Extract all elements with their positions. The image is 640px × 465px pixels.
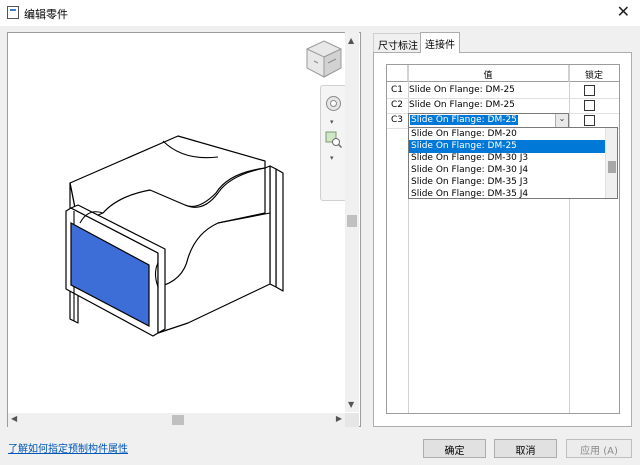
connectors-panel: 值 锁定 C1 Slide On Flange: DM-25 C2 Slide …: [373, 52, 632, 427]
scroll-thumb[interactable]: [347, 215, 357, 227]
scroll-right-icon[interactable]: ▶: [336, 414, 342, 423]
chevron-down-icon[interactable]: ⌄: [555, 114, 568, 127]
lock-column-header[interactable]: 锁定: [569, 65, 619, 82]
chevron-down-icon[interactable]: ▾: [330, 154, 334, 162]
window-title: 编辑零件: [24, 8, 68, 21]
scroll-thumb[interactable]: [608, 161, 616, 173]
help-link[interactable]: 了解如何指定预制构件属性: [8, 440, 128, 455]
viewcube-icon[interactable]: [304, 39, 344, 81]
viewport-vertical-scrollbar[interactable]: ▲ ▼: [345, 32, 359, 412]
row-id-header: [387, 65, 408, 82]
connector-type-dropdown[interactable]: Slide On Flange: DM-20 Slide On Flange: …: [408, 127, 618, 199]
chevron-down-icon[interactable]: ▾: [330, 118, 334, 126]
lock-checkbox[interactable]: [584, 100, 595, 111]
row-id: C1: [391, 85, 404, 95]
connector-type-combobox[interactable]: Slide On Flange: DM-25 ⌄: [408, 113, 569, 128]
viewport-horizontal-scrollbar[interactable]: ◀ ▶: [8, 413, 345, 427]
connector-value[interactable]: Slide On Flange: DM-25: [409, 100, 515, 110]
scroll-corner: [345, 413, 359, 427]
ok-button[interactable]: 确定: [423, 439, 486, 458]
title-bar: 编辑零件 ✕: [0, 0, 640, 26]
row-id: C2: [391, 100, 404, 110]
dropdown-scrollbar[interactable]: [605, 128, 617, 198]
app-icon: [7, 6, 19, 19]
row-id: C3: [391, 115, 404, 125]
connector-value[interactable]: Slide On Flange: DM-25: [409, 85, 515, 95]
combobox-value[interactable]: Slide On Flange: DM-25: [410, 115, 518, 125]
navigation-bar: ▾ ▾: [320, 85, 347, 201]
zoom-icon[interactable]: [324, 130, 343, 149]
lock-checkbox[interactable]: [584, 85, 595, 96]
tab-connectors[interactable]: 连接件: [420, 32, 460, 53]
tab-dimensions[interactable]: 尺寸标注: [373, 33, 423, 52]
model-viewport[interactable]: ▾ ▾: [7, 32, 361, 427]
scroll-down-icon[interactable]: ▼: [348, 400, 354, 409]
steering-wheel-icon[interactable]: [324, 94, 343, 113]
scroll-up-icon[interactable]: ▲: [348, 36, 354, 45]
value-column-header[interactable]: 值: [408, 65, 569, 82]
lock-checkbox[interactable]: [584, 115, 595, 126]
scroll-thumb[interactable]: [172, 415, 184, 425]
dropdown-option[interactable]: Slide On Flange: DM-35 J4: [409, 188, 605, 198]
table-row[interactable]: C1 Slide On Flange: DM-25: [387, 83, 619, 98]
scroll-left-icon[interactable]: ◀: [11, 414, 17, 423]
cancel-button[interactable]: 取消: [494, 439, 557, 458]
apply-button[interactable]: 应用 (A): [566, 439, 632, 458]
duct-part-model[interactable]: [8, 33, 346, 413]
close-icon[interactable]: ✕: [617, 2, 630, 21]
connectors-grid: 值 锁定 C1 Slide On Flange: DM-25 C2 Slide …: [386, 64, 620, 414]
table-row[interactable]: C2 Slide On Flange: DM-25: [387, 98, 619, 113]
